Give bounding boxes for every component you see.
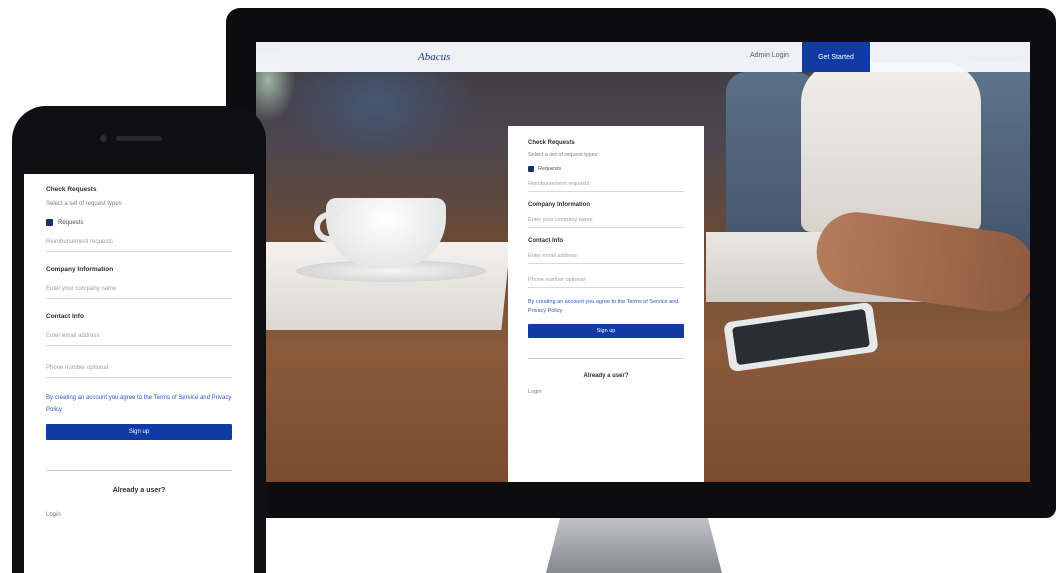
divider (528, 358, 684, 359)
request-type-field[interactable]: Reimbursement requests (46, 234, 232, 252)
mobile-phone: Check Requests Select a set of request t… (12, 106, 266, 573)
section-label: Check Requests (46, 186, 97, 193)
get-started-button[interactable]: Get Started (802, 42, 870, 72)
checkbox-checked-icon[interactable] (46, 219, 53, 226)
terms-link[interactable]: By creating an account you agree to the … (46, 392, 232, 416)
section-subtitle: Select a set of request types (528, 152, 598, 158)
requests-checkbox[interactable]: Requests (46, 219, 232, 226)
email-field[interactable]: Enter email address (528, 250, 684, 264)
camera-icon (100, 135, 107, 142)
admin-login-link[interactable]: Admin Login (750, 52, 789, 59)
speaker-icon (116, 136, 162, 141)
email-field[interactable]: Enter email address (46, 328, 232, 346)
company-input[interactable]: Enter your company name (46, 281, 232, 299)
site-logo[interactable]: Abacus (418, 51, 450, 63)
phone-field[interactable]: Phone number optional (46, 360, 232, 378)
company-label: Company Information (528, 202, 591, 208)
checkbox-label: Requests (538, 166, 562, 172)
mobile-signup-form: Check Requests Select a set of request t… (24, 174, 254, 573)
checkbox-checked-icon[interactable] (528, 166, 534, 172)
phone-field[interactable]: Phone number optional (528, 274, 684, 288)
login-link[interactable]: Login (46, 512, 232, 518)
divider (46, 470, 232, 471)
contact-label: Contact Info (46, 313, 84, 320)
section-label: Check Requests (528, 140, 575, 146)
desktop-screen: Abacus Admin Login Get Started Check Req… (256, 42, 1030, 482)
login-link[interactable]: Login (528, 389, 684, 395)
section-subtitle: Select a set of request types (46, 201, 122, 207)
request-type-field[interactable]: Reimbursement requests (528, 178, 684, 192)
company-input[interactable]: Enter your company name (528, 214, 684, 228)
signup-button[interactable]: Sign up (46, 424, 232, 440)
already-user-text: Already a user? (112, 487, 166, 494)
cup-handle (314, 212, 340, 242)
signup-button[interactable]: Sign up (528, 324, 684, 338)
person-shirt (801, 62, 981, 232)
signup-form-card: Check Requests Select a set of request t… (508, 126, 704, 482)
device-mockup: Abacus Admin Login Get Started Check Req… (0, 0, 1056, 573)
monitor-stand (546, 518, 722, 573)
requests-checkbox[interactable]: Requests (528, 166, 684, 172)
terms-link[interactable]: By creating an account you agree to the … (528, 298, 684, 316)
checkbox-label: Requests (58, 219, 84, 226)
already-user-text: Already a user? (583, 373, 629, 379)
desktop-monitor: Abacus Admin Login Get Started Check Req… (226, 8, 1056, 518)
company-label: Company Information (46, 266, 114, 273)
contact-label: Contact Info (528, 238, 563, 244)
site-header: Abacus Admin Login Get Started (256, 42, 1030, 72)
